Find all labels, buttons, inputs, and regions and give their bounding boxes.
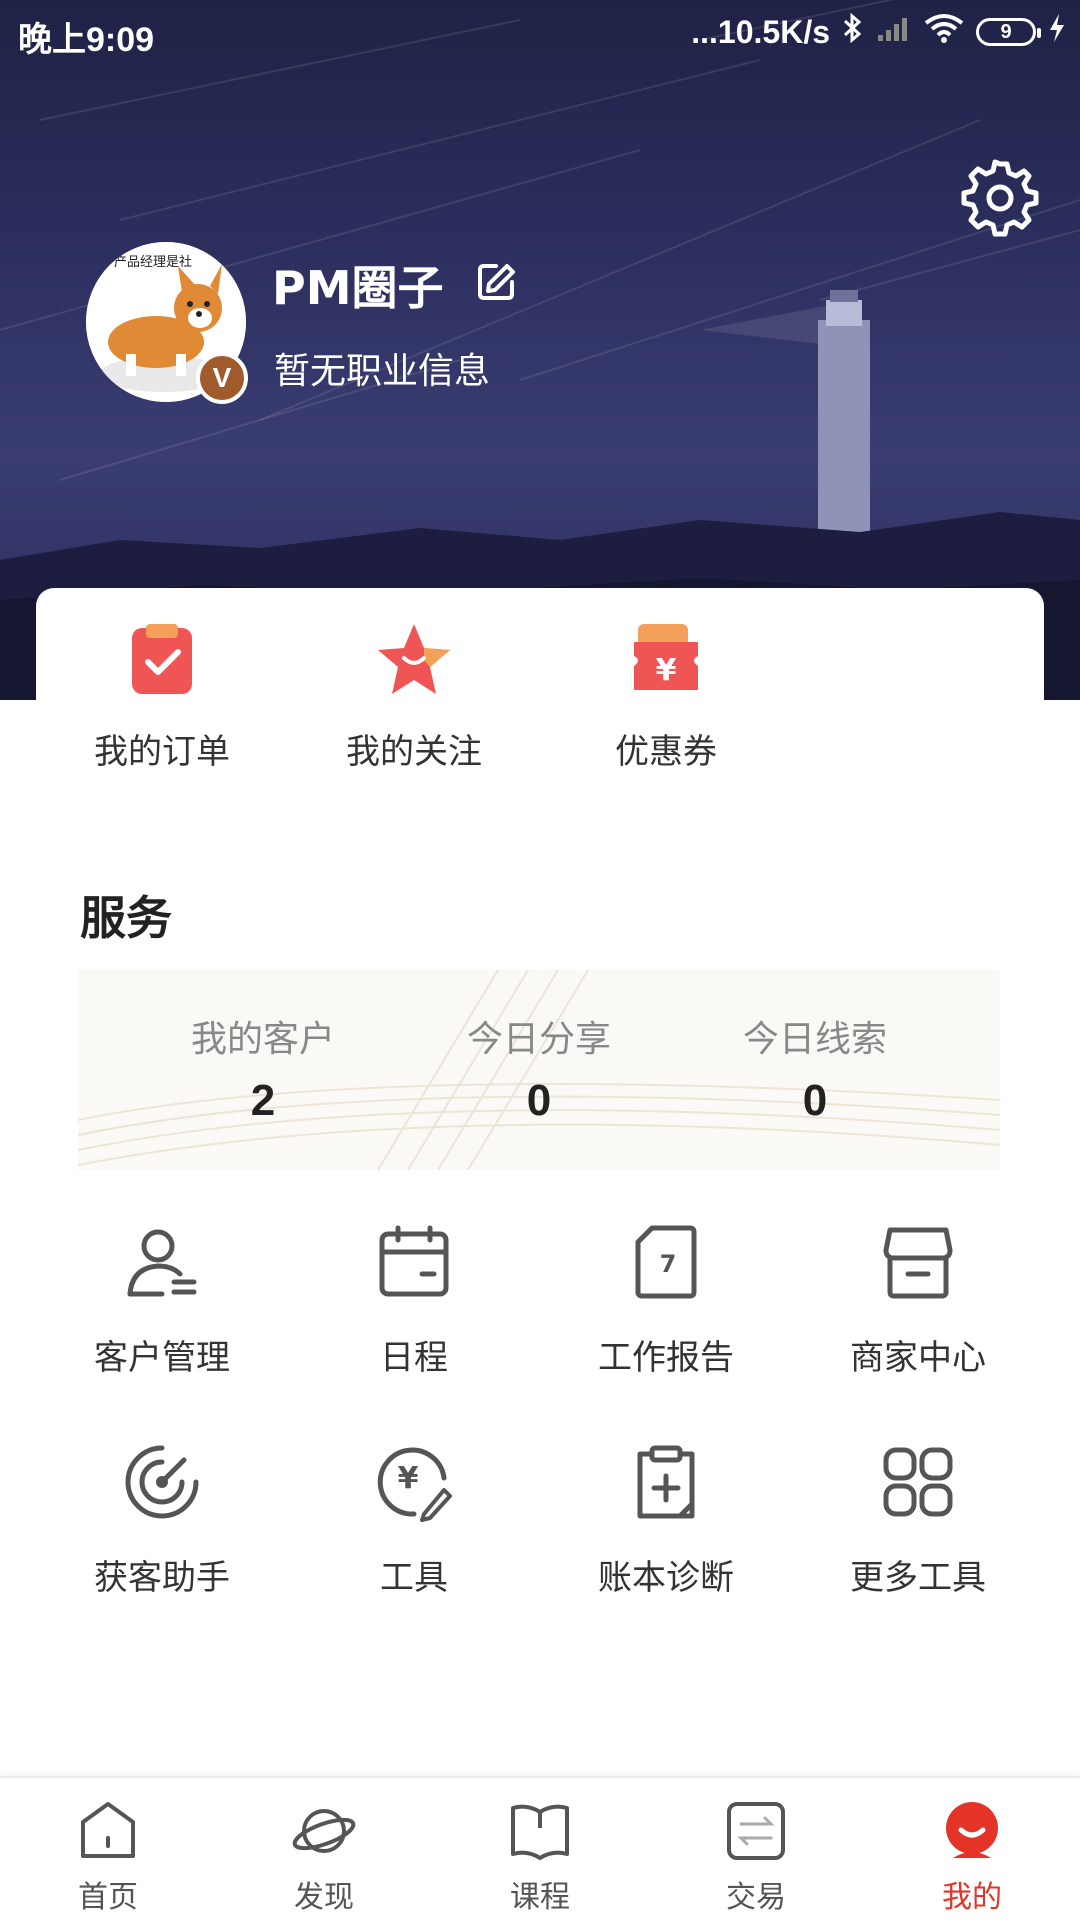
planet-icon: [292, 1809, 356, 1853]
job-info: 暂无职业信息: [274, 351, 491, 392]
tab-discover[interactable]: 发现: [244, 1798, 404, 1916]
verified-badge: V: [196, 352, 248, 404]
book-icon: [511, 1804, 569, 1860]
tab-trade[interactable]: 交易: [676, 1798, 836, 1916]
tool-schedule[interactable]: 日程: [299, 1222, 529, 1379]
avatar-caption: 产品经理是社: [114, 254, 192, 270]
svg-text:7: 7: [660, 1250, 677, 1278]
stats-panel: 我的客户 2 今日分享 0 今日线索 0: [78, 970, 1000, 1170]
tool-label: 账本诊断: [598, 1558, 734, 1598]
coupons-button[interactable]: ¥ 优惠券: [566, 620, 766, 773]
my-follows-label: 我的关注: [346, 732, 482, 772]
coupons-label: 优惠券: [615, 732, 717, 772]
tab-home[interactable]: 首页: [28, 1798, 188, 1916]
tool-tools[interactable]: ¥ 工具: [299, 1442, 529, 1599]
tab-label: 首页: [78, 1880, 138, 1915]
tab-courses[interactable]: 课程: [460, 1798, 620, 1916]
customer-manage-icon: [127, 1229, 197, 1297]
stat-value: 0: [802, 1076, 828, 1125]
tab-label: 发现: [294, 1880, 354, 1915]
clipboard-plus-icon: [637, 1445, 695, 1519]
order-check-icon: [132, 624, 192, 694]
coupon-yen-icon: ¥: [634, 624, 698, 690]
network-speed: ...10.5K/s: [691, 13, 830, 50]
tool-label: 工具: [380, 1558, 448, 1598]
tool-label: 获客助手: [94, 1558, 230, 1598]
edit-icon[interactable]: [476, 262, 516, 302]
stat-value: 2: [250, 1076, 276, 1125]
tool-customer-management[interactable]: 客户管理: [47, 1222, 277, 1379]
tab-label: 课程: [510, 1880, 570, 1915]
wifi-icon: [924, 13, 964, 51]
star-icon: [378, 624, 450, 694]
calendar-icon: [379, 1225, 449, 1297]
status-bar: 晚上9:09 ...10.5K/s 9: [0, 0, 1080, 66]
svg-text:¥: ¥: [398, 1461, 419, 1496]
work-report-icon: 7: [635, 1225, 697, 1299]
tool-label: 客户管理: [94, 1338, 230, 1378]
stat-label: 今日线索: [742, 1019, 887, 1060]
tool-label: 工作报告: [598, 1338, 734, 1378]
yen-pen-icon: ¥: [377, 1447, 452, 1522]
tool-label: 商家中心: [850, 1338, 986, 1378]
my-follows-button[interactable]: 我的关注: [314, 620, 514, 773]
bottom-tab-bar: 首页 发现 课程 交易 我的: [0, 1776, 1080, 1922]
status-time: 晚上9:09: [18, 21, 155, 59]
tool-label: 日程: [380, 1338, 448, 1378]
tab-label: 我的: [942, 1880, 1002, 1915]
exchange-icon: [727, 1802, 785, 1860]
tool-ledger-diagnosis[interactable]: 账本诊断: [551, 1442, 781, 1599]
stat-today-shares[interactable]: 今日分享 0: [414, 1010, 664, 1126]
tab-label: 交易: [726, 1880, 786, 1915]
status-icons: ...10.5K/s 9: [691, 10, 1066, 54]
battery-icon: 9: [976, 18, 1041, 46]
settings-gear-icon[interactable]: [960, 158, 1040, 238]
stat-label: 我的客户: [190, 1019, 335, 1060]
username: PM圈子: [272, 261, 444, 315]
tool-work-report[interactable]: 7 工作报告: [551, 1222, 781, 1379]
services-title: 服务: [80, 891, 172, 945]
stat-today-leads[interactable]: 今日线索 0: [690, 1010, 940, 1126]
my-orders-label: 我的订单: [94, 732, 230, 772]
my-orders-button[interactable]: 我的订单: [62, 620, 262, 773]
grid-icon: [883, 1447, 953, 1517]
stat-value: 0: [526, 1076, 552, 1125]
stat-label: 今日分享: [466, 1019, 611, 1060]
store-icon: [883, 1227, 953, 1299]
svg-text:¥: ¥: [656, 653, 677, 688]
tab-mine[interactable]: 我的: [892, 1798, 1052, 1916]
signal-icon: [876, 14, 912, 51]
charging-icon: [1048, 13, 1066, 51]
radar-icon: [125, 1445, 199, 1519]
bluetooth-icon: [842, 12, 864, 51]
tool-lead-assistant[interactable]: 获客助手: [47, 1442, 277, 1599]
tool-merchant-center[interactable]: 商家中心: [803, 1222, 1033, 1379]
tool-label: 更多工具: [850, 1558, 986, 1598]
tool-more-tools[interactable]: 更多工具: [803, 1442, 1033, 1599]
stat-my-customers[interactable]: 我的客户 2: [138, 1010, 388, 1126]
profile-icon: [946, 1802, 998, 1858]
home-icon: [81, 1802, 135, 1858]
